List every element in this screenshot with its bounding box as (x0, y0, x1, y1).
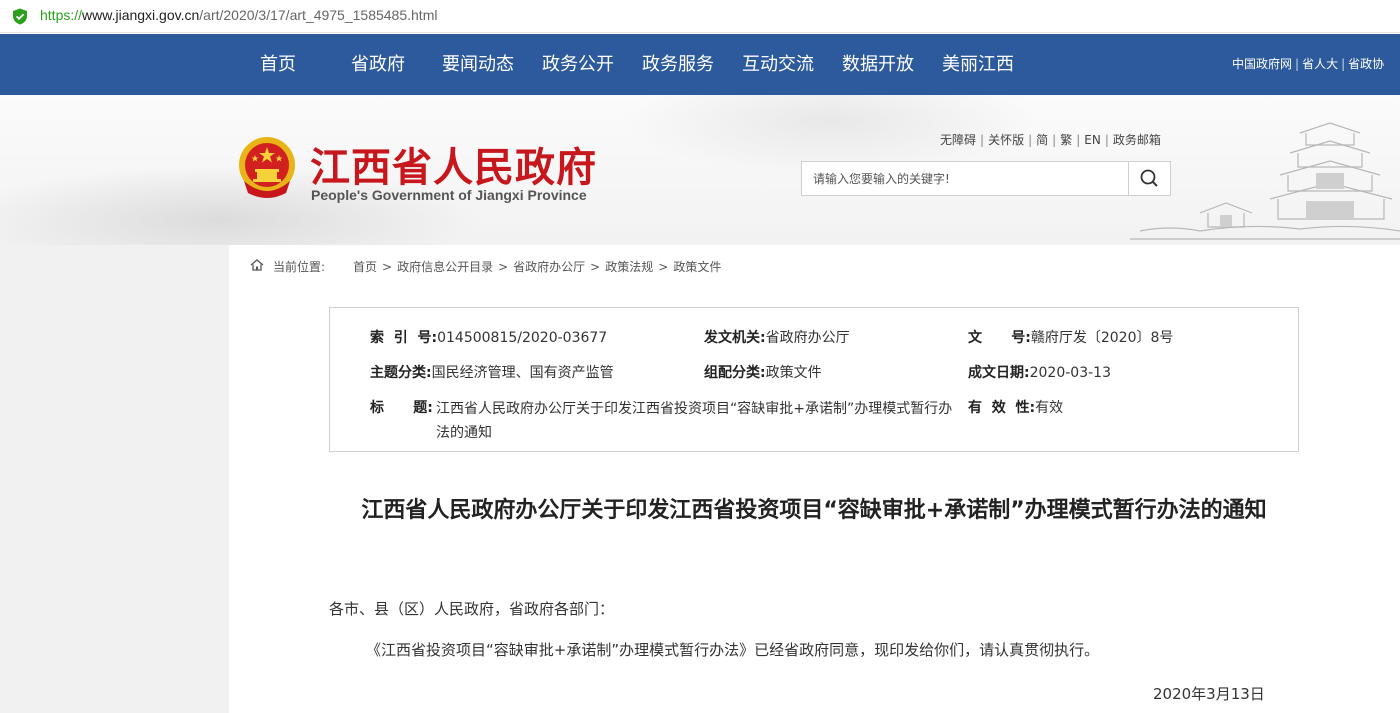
header-tools: 无障碍 | 关怀版 | 简 | 繁 | EN | 政务邮箱 (940, 131, 1161, 148)
meta-validity-value: 有效 (1035, 400, 1064, 416)
link-provincial-cppcc[interactable]: 省政协 (1348, 57, 1384, 71)
meta-issuer: 发文机关:省政府办公厅 (704, 327, 850, 347)
nav-item-beautiful-jiangxi[interactable]: 美丽江西 (942, 34, 1014, 95)
url-field[interactable]: https://www.jiangxi.gov.cn/art/2020/3/17… (40, 7, 437, 23)
tool-separator: | (1104, 133, 1109, 147)
meta-topic: 主题分类:国民经济管理、国有资产监管 (370, 362, 614, 382)
meta-index: 索 引 号:014500815/2020-03677 (370, 327, 607, 347)
meta-issuer-value: 省政府办公厅 (765, 330, 850, 346)
tool-separator: | (1052, 133, 1057, 147)
breadcrumb-policy-regulations[interactable]: 政策法规 (605, 260, 653, 274)
meta-topic-label: 主题分类: (370, 365, 432, 381)
meta-group: 组配分类:政策文件 (704, 362, 822, 382)
document-paragraph: 《江西省投资项目“容缺审批+承诺制”办理模式暂行办法》已经省政府同意，现印发给你… (366, 641, 1100, 659)
external-links: 中国政府网 | 省人大 | 省政协 (1232, 34, 1384, 95)
tool-english[interactable]: EN (1084, 133, 1101, 147)
meta-docno: 文 号:赣府厅发〔2020〕8号 (968, 327, 1173, 347)
nav-item-gov-affairs-open[interactable]: 政务公开 (542, 34, 614, 95)
search-box (801, 161, 1171, 196)
meta-validity-label: 有 效 性: (968, 400, 1036, 416)
top-nav: 首页 省政府 要闻动态 政务公开 政务服务 互动交流 数据开放 美丽江西 中国政… (0, 34, 1400, 95)
meta-index-label: 索 引 号: (370, 330, 438, 346)
meta-topic-value: 国民经济管理、国有资产监管 (431, 365, 614, 381)
breadcrumb-gov-office[interactable]: 省政府办公厅 (513, 260, 585, 274)
nav-item-interaction[interactable]: 互动交流 (742, 34, 814, 95)
meta-validity: 有 效 性:有效 (968, 397, 1063, 417)
url-path: /art/2020/3/17/art_4975_1585485.html (199, 7, 438, 23)
breadcrumb-separator: > (382, 260, 393, 274)
meta-docno-label: 文 号: (968, 330, 1031, 346)
tool-separator: | (980, 133, 985, 147)
tool-separator: | (1076, 133, 1081, 147)
meta-issuer-label: 发文机关: (704, 330, 766, 346)
meta-date-value: 2020-03-13 (1029, 365, 1111, 381)
document-date: 2020年3月13日 (1153, 685, 1265, 703)
browser-address-bar: https://www.jiangxi.gov.cn/art/2020/3/17… (0, 0, 1400, 33)
link-separator: | (1341, 57, 1346, 71)
meta-title-value: 江西省人民政府办公厅关于印发江西省投资项目“容缺审批+承诺制”办理模式暂行办法的… (436, 401, 953, 441)
link-separator: | (1295, 57, 1300, 71)
tool-elder-mode[interactable]: 关怀版 (988, 133, 1024, 147)
meta-date: 成文日期:2020-03-13 (968, 362, 1111, 382)
nav-item-gov-services[interactable]: 政务服务 (642, 34, 714, 95)
tool-accessibility[interactable]: 无障碍 (940, 133, 976, 147)
breadcrumb-info-catalog[interactable]: 政府信息公开目录 (397, 260, 493, 274)
meta-title-label: 标 题: (370, 400, 433, 416)
nav-item-news[interactable]: 要闻动态 (442, 34, 514, 95)
document-metadata-box: 索 引 号:014500815/2020-03677 发文机关:省政府办公厅 文… (329, 307, 1299, 452)
tool-traditional[interactable]: 繁 (1060, 133, 1072, 147)
site-header: 江西省人民政府 People's Government of Jiangxi P… (0, 95, 1400, 245)
national-emblem-icon[interactable] (236, 135, 298, 199)
document-salutation: 各市、县（区）人民政府，省政府各部门： (329, 600, 615, 618)
home-icon (250, 259, 264, 271)
nav-item-province-gov[interactable]: 省政府 (351, 34, 405, 95)
search-input[interactable] (802, 162, 1128, 195)
site-title[interactable]: 江西省人民政府 (310, 135, 597, 193)
url-scheme: https:// (40, 7, 83, 23)
link-provincial-congress[interactable]: 省人大 (1302, 57, 1338, 71)
meta-date-label: 成文日期: (968, 365, 1030, 381)
secure-shield-icon (13, 8, 27, 25)
meta-title-label-cell: 标 题: (370, 397, 433, 417)
site-subtitle: People's Government of Jiangxi Province (311, 187, 587, 203)
meta-group-label: 组配分类: (704, 365, 766, 381)
document-title: 江西省人民政府办公厅关于印发江西省投资项目“容缺审批+承诺制”办理模式暂行办法的… (361, 498, 1267, 523)
breadcrumb-label: 当前位置: (273, 260, 326, 274)
link-china-gov[interactable]: 中国政府网 (1232, 57, 1292, 71)
breadcrumb-separator: > (498, 260, 509, 274)
meta-index-value: 014500815/2020-03677 (437, 330, 608, 346)
meta-docno-value: 赣府厅发〔2020〕8号 (1030, 330, 1174, 346)
breadcrumb-home[interactable]: 首页 (353, 260, 377, 274)
breadcrumb-separator: > (658, 260, 669, 274)
tool-simplified[interactable]: 简 (1036, 133, 1048, 147)
breadcrumb-policy-documents[interactable]: 政策文件 (673, 260, 721, 274)
nav-item-home[interactable]: 首页 (260, 34, 296, 95)
meta-group-value: 政策文件 (765, 365, 822, 381)
nav-item-open-data[interactable]: 数据开放 (842, 34, 914, 95)
breadcrumb-separator: > (590, 260, 601, 274)
tengwang-pavilion-illustration (1130, 122, 1400, 240)
url-host: www.jiangxi.gov.cn (82, 7, 200, 23)
tool-separator: | (1028, 133, 1033, 147)
